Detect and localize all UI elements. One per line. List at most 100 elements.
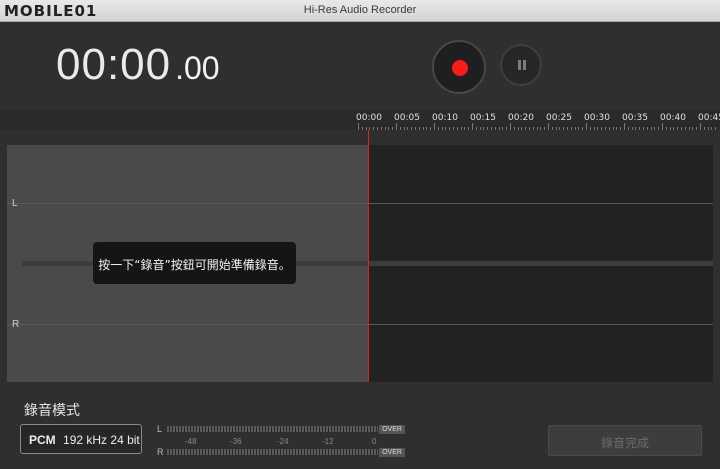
format-selector[interactable]: PCM 192 kHz 24 bit xyxy=(20,424,142,454)
ruler-minor-tick xyxy=(510,123,511,130)
ruler-minor-tick xyxy=(498,127,500,130)
ruler-minor-tick xyxy=(483,127,485,130)
ruler-minor-tick xyxy=(715,127,717,130)
time-fraction: .00 xyxy=(175,50,220,86)
time-display: 00:00.00 xyxy=(56,40,220,90)
ruler-minor-tick xyxy=(703,127,705,130)
ruler-minor-tick xyxy=(650,127,652,130)
ruler-minor-tick xyxy=(597,127,599,130)
ruler-tick: 00:30 xyxy=(584,113,610,123)
recording-mode-label: 錄音模式 xyxy=(24,403,80,419)
ruler-minor-tick xyxy=(608,127,610,130)
meter-scale-label: -12 xyxy=(322,437,334,446)
ruler-minor-tick xyxy=(593,127,595,130)
ruler-minor-tick xyxy=(605,127,606,130)
ruler-minor-tick xyxy=(612,127,614,130)
ruler-minor-tick xyxy=(700,123,701,130)
ruler-minor-tick xyxy=(437,127,439,130)
ruler-minor-tick xyxy=(555,127,557,130)
ruler-minor-tick xyxy=(403,127,405,130)
meter-scale-label: -24 xyxy=(277,437,289,446)
timeline-ruler[interactable]: 00:00 00:05 00:10 00:15 00:20 00:25 00:3… xyxy=(0,110,720,130)
ruler-minor-tick xyxy=(548,123,549,130)
ruler-minor-tick xyxy=(517,127,519,130)
level-meter-left: L OVER xyxy=(157,424,407,435)
ruler-minor-tick xyxy=(688,127,690,130)
meter-scale-label: -48 xyxy=(185,437,197,446)
ruler-minor-tick xyxy=(627,127,629,130)
ruler-minor-tick xyxy=(396,123,397,130)
ruler-minor-tick xyxy=(589,127,591,130)
ruler-minor-tick xyxy=(475,127,477,130)
ruler-minor-tick xyxy=(665,127,667,130)
ruler-minor-tick xyxy=(464,127,466,130)
ruler-minor-tick xyxy=(399,127,401,130)
ruler-minor-tick xyxy=(513,127,515,130)
ruler-minor-tick xyxy=(506,127,508,130)
hint-tooltip: 按一下“錄音”按鈕可開始準備錄音。 xyxy=(93,242,296,284)
pause-icon-bar xyxy=(523,60,526,70)
ruler-minor-tick xyxy=(407,127,409,130)
ruler-minor-tick xyxy=(377,127,378,130)
over-indicator-left: OVER xyxy=(379,425,405,434)
ruler-minor-tick xyxy=(369,127,371,130)
channel-label-right: R xyxy=(12,319,20,330)
ruler-minor-tick xyxy=(491,127,492,130)
format-codec: PCM xyxy=(29,433,56,447)
ruler-minor-tick xyxy=(673,127,675,130)
ruler-minor-tick xyxy=(494,127,496,130)
title-bar: MOBILE01 Hi-Res Audio Recorder xyxy=(0,0,720,22)
ruler-minor-tick xyxy=(453,127,454,130)
finish-recording-button[interactable]: 錄音完成 xyxy=(548,425,702,456)
ruler-minor-tick xyxy=(681,127,682,130)
ruler-minor-tick xyxy=(551,127,553,130)
ruler-minor-tick xyxy=(384,127,386,130)
time-main: 00:00 xyxy=(56,40,172,89)
ruler-minor-tick xyxy=(692,127,694,130)
ruler-minor-tick xyxy=(411,127,413,130)
record-button[interactable] xyxy=(432,40,486,94)
ruler-tick: 00:35 xyxy=(622,113,648,123)
level-meter-right: R OVER xyxy=(157,447,407,458)
window-title: Hi-Res Audio Recorder xyxy=(303,4,417,16)
meter-label-left: L xyxy=(157,424,163,434)
ruler-minor-tick xyxy=(525,127,527,130)
ruler-minor-tick xyxy=(563,127,565,130)
ruler-minor-tick xyxy=(468,127,470,130)
ruler-minor-tick xyxy=(646,127,648,130)
ruler-minor-tick xyxy=(441,127,443,130)
ruler-minor-tick xyxy=(540,127,542,130)
ruler-minor-tick xyxy=(361,127,363,130)
ruler-tick: 00:40 xyxy=(660,113,686,123)
right-channel-line xyxy=(7,324,713,325)
ruler-minor-tick xyxy=(449,127,451,130)
ruler-minor-tick xyxy=(639,127,641,130)
format-rate: 192 kHz xyxy=(63,433,108,447)
ruler-minor-tick xyxy=(631,127,633,130)
ruler-minor-tick xyxy=(559,127,561,130)
meter-scale-label: 0 xyxy=(372,437,377,446)
ruler-minor-tick xyxy=(479,127,481,130)
ruler-minor-tick xyxy=(586,123,587,130)
ruler-minor-tick xyxy=(392,127,394,130)
ruler-minor-tick xyxy=(567,127,568,130)
ruler-minor-tick xyxy=(521,127,523,130)
ruler-minor-tick xyxy=(582,127,584,130)
ruler-tick: 00:10 xyxy=(432,113,458,123)
ruler-minor-tick xyxy=(658,127,660,130)
ruler-minor-tick xyxy=(456,127,458,130)
ruler-tick: 00:15 xyxy=(470,113,496,123)
playhead[interactable] xyxy=(368,130,369,382)
pause-button[interactable] xyxy=(500,44,542,86)
ruler-minor-tick xyxy=(358,123,359,130)
ruler-minor-tick xyxy=(578,127,580,130)
ruler-tick: 00:20 xyxy=(508,113,534,123)
ruler-minor-tick xyxy=(373,127,375,130)
ruler-minor-tick xyxy=(620,127,622,130)
left-channel-line xyxy=(7,203,713,204)
meter-bar-right xyxy=(167,449,378,455)
ruler-minor-tick xyxy=(434,123,435,130)
pause-icon xyxy=(518,60,521,70)
ruler-minor-tick xyxy=(388,127,390,130)
record-dot-icon xyxy=(452,60,468,76)
